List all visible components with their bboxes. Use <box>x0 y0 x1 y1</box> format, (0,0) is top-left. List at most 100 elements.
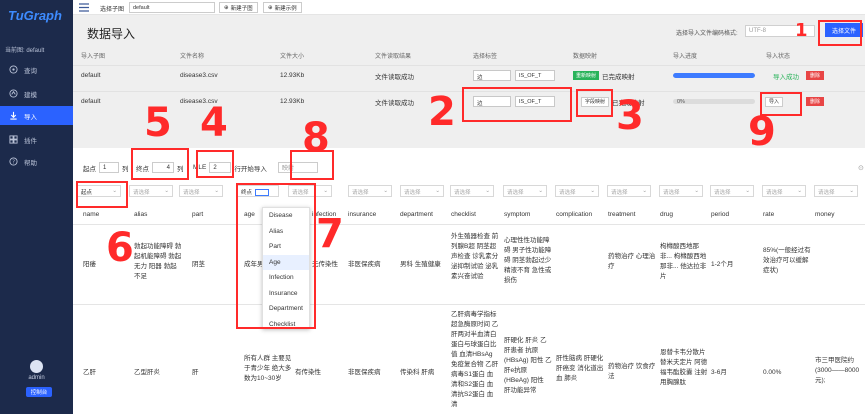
mapping-cell: 重新映射 已完成映射 <box>573 66 635 85</box>
encoding-label: 选择导入文件编码格式: <box>676 31 738 37</box>
progress-fill <box>673 73 755 78</box>
column-select[interactable]: 请选择 ⌄ <box>555 185 599 197</box>
column-header: treatment <box>608 211 636 218</box>
sidebar-item-help[interactable]: ? 帮助 <box>0 152 73 171</box>
annotation-box-7 <box>236 183 316 329</box>
chevron-down-icon: ⌄ <box>214 188 219 194</box>
table-cell: 0.00% <box>763 369 782 376</box>
size-cell: 12.93Kb <box>280 98 305 105</box>
start-column-control: 起点 1 列 <box>83 162 129 173</box>
column-header: rate <box>763 211 775 218</box>
table-cell: 1-2个月 <box>711 261 734 268</box>
app-root: TuGraph 当前图: default 查询 建模 导入 插件 ? 帮助 ad… <box>0 0 865 414</box>
menu-icon[interactable] <box>79 3 89 12</box>
settings-icon[interactable]: ⊙ <box>858 164 864 172</box>
column-select[interactable]: 请选择 ⌄ <box>179 185 223 197</box>
label-type-select[interactable]: 边 <box>473 70 511 81</box>
model-icon <box>9 89 18 98</box>
new-example-button[interactable]: ⊕ 新建示例 <box>263 2 302 13</box>
filename-cell: disease3.csv <box>180 72 218 79</box>
sidebar-item-import[interactable]: 导入 <box>0 106 73 125</box>
remap-button[interactable]: 重新映射 <box>573 71 600 80</box>
column-select[interactable]: 请选择 ⌄ <box>710 185 754 197</box>
annotation-number-7: 7 <box>316 211 344 257</box>
header-cell: 导入进度 <box>673 53 698 60</box>
annotation-number-5: 5 <box>144 100 172 146</box>
column-select[interactable]: 请选择 ⌄ <box>129 185 173 197</box>
column-header: checklist <box>451 211 476 218</box>
new-example-label: 新建示例 <box>274 5 297 12</box>
mapping-status: 已完成映射 <box>602 73 635 81</box>
annotation-box-2 <box>462 87 572 122</box>
column-select[interactable]: 请选择 ⌄ <box>762 185 806 197</box>
column-select[interactable]: 请选择 ⌄ <box>450 185 494 197</box>
column-select[interactable]: 请选择 ⌄ <box>814 185 858 197</box>
table-cell: 肝 <box>192 369 199 376</box>
column-select[interactable]: 请选择 ⌄ <box>400 185 444 197</box>
plus-icon: ⊕ <box>224 4 229 11</box>
sidebar: TuGraph 当前图: default 查询 建模 导入 插件 ? 帮助 ad… <box>0 0 73 414</box>
size-cell: 12.93Kb <box>280 72 305 79</box>
table-cell: 阴茎 <box>192 261 205 268</box>
sidebar-item-label: 建模 <box>24 91 37 99</box>
new-subgraph-button[interactable]: ⊕ 新建子图 <box>219 2 258 13</box>
console-button[interactable]: 控制台 <box>26 387 52 397</box>
column-header: money <box>815 211 835 218</box>
table-divider <box>73 224 865 225</box>
top-bar: 选择子图 default ⊕ 新建子图 ⊕ 新建示例 <box>73 0 865 15</box>
avatar[interactable] <box>30 360 43 373</box>
column-select[interactable]: 请选择 ⌄ <box>348 185 392 197</box>
sidebar-item-plugin[interactable]: 插件 <box>0 130 73 149</box>
column-select-value: 请选择 <box>454 190 471 196</box>
chevron-down-icon: ⌄ <box>745 188 750 194</box>
table-cell: 勃起功能障碍 勃起机能障碍 勃起无力 阳器 勃起不足 <box>134 243 182 280</box>
sidebar-item-model[interactable]: 建模 <box>0 84 73 103</box>
table-cell: 所有人群 主要见于青少年 绝大多数为10~30岁 <box>244 355 292 382</box>
annotation-number-3: 3 <box>616 93 644 139</box>
table-cell: 心理性性功能障碍 男子性功能障碍 阴茎勃起过少 精液不育 急性或损伤 <box>504 237 552 284</box>
annotation-number-8: 8 <box>302 115 330 161</box>
chevron-down-icon: ⌄ <box>323 188 328 194</box>
delete-button[interactable]: 删除 <box>806 71 825 80</box>
start-column-input[interactable]: 1 <box>99 162 119 173</box>
table-cell: 恩替卡韦分散片 替米夫定片 阿德福韦酯胶囊 注射用胸腺肽 <box>660 349 708 386</box>
header-cell: 选择标签 <box>473 53 498 60</box>
column-select-value: 请选择 <box>714 190 731 196</box>
table-cell: 药物治疗 饮食疗法 <box>608 363 656 380</box>
chevron-down-icon: ⌄ <box>538 188 543 194</box>
table-divider <box>73 304 865 305</box>
table-cell: 有传染性 <box>295 369 321 376</box>
subgraph-select-label: 选择子图 <box>100 7 125 13</box>
label-name-select[interactable]: IS_OF_T <box>515 70 555 81</box>
table-cell: 无传染性 <box>312 261 338 268</box>
annotation-number-4: 4 <box>200 100 228 146</box>
progress-bar <box>673 73 755 78</box>
column-header: name <box>83 211 100 218</box>
table-cell: 乙肝病毒学指标 超急酶原时间 乙肝两对半血清白蛋白与球蛋白比值 血清HBsAg免… <box>451 311 499 408</box>
header-cell: 文件读取结果 <box>375 53 412 60</box>
column-header: department <box>400 211 433 218</box>
chevron-down-icon: ⌄ <box>485 188 490 194</box>
plus-icon: ⊕ <box>268 4 273 11</box>
chevron-down-icon: ⌄ <box>849 188 854 194</box>
chevron-down-icon: ⌄ <box>694 188 699 194</box>
column-select[interactable]: 请选择 ⌄ <box>503 185 547 197</box>
column-select[interactable]: 请选择 ⌄ <box>659 185 703 197</box>
column-select[interactable]: 请选择 ⌄ <box>607 185 651 197</box>
column-select-value: 请选择 <box>611 190 628 196</box>
column-select-value: 请选择 <box>404 190 421 196</box>
column-select-value: 请选择 <box>507 190 524 196</box>
import-icon <box>10 111 17 120</box>
sidebar-item-label: 查询 <box>24 67 37 75</box>
subgraph-select[interactable]: default <box>129 2 215 13</box>
annotation-box-4 <box>196 150 234 178</box>
logo: TuGraph <box>8 8 62 23</box>
column-select-value: 请选择 <box>183 190 200 196</box>
column-header: period <box>711 211 730 218</box>
header-cell: 导入状态 <box>766 53 791 60</box>
delete-button[interactable]: 删除 <box>806 97 825 106</box>
table-cell: 传染科 肝病 <box>400 369 435 376</box>
sidebar-item-query[interactable]: 查询 <box>0 60 73 79</box>
table-cell: 男科 生殖健康 <box>400 261 441 268</box>
table-cell: 85%(一般经过有效治疗可以缓解症状) <box>763 247 811 274</box>
